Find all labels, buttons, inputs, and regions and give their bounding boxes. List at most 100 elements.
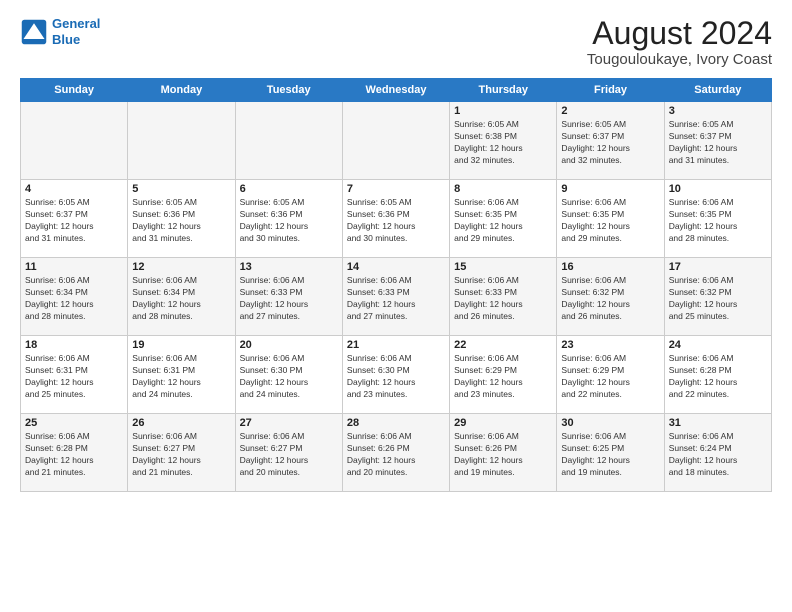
- day-number: 26: [132, 417, 230, 429]
- day-info: Sunrise: 6:06 AM Sunset: 6:32 PM Dayligh…: [669, 275, 767, 323]
- cell-w4-d5: 23 Sunrise: 6:06 AM Sunset: 6:29 PM Dayli…: [557, 336, 664, 414]
- calendar-table: Sunday Monday Tuesday Wednesday Thursday…: [20, 78, 772, 492]
- week-row-3: 11 Sunrise: 6:06 AM Sunset: 6:34 PM Dayli…: [21, 258, 772, 336]
- cell-w3-d1: 12Sunrise: 6:06 AM Sunset: 6:34 PM Dayli…: [128, 258, 235, 336]
- day-info: Sunrise: 6:06 AM Sunset: 6:28 PM Dayligh…: [25, 431, 123, 479]
- day-info: Sunrise: 6:06 AM Sunset: 6:33 PM Dayligh…: [454, 275, 552, 323]
- cell-w2-d6: 10Sunrise: 6:06 AM Sunset: 6:35 PM Dayli…: [664, 180, 771, 258]
- day-number: 22: [454, 339, 552, 351]
- day-number: 15: [454, 261, 552, 273]
- col-sunday: Sunday: [21, 79, 128, 102]
- page: General Blue August 2024 Tougouloukaye, …: [0, 0, 792, 612]
- day-info: Sunrise: 6:05 AM Sunset: 6:37 PM Dayligh…: [561, 119, 659, 167]
- cell-w4-d1: 19 Sunrise: 6:06 AM Sunset: 6:31 PM Dayli…: [128, 336, 235, 414]
- day-number: 18: [25, 339, 123, 351]
- day-number: 31: [669, 417, 767, 429]
- day-number: 23: [561, 339, 659, 351]
- col-saturday: Saturday: [664, 79, 771, 102]
- week-row-1: 1 Sunrise: 6:05 AM Sunset: 6:38 PM Daylig…: [21, 102, 772, 180]
- logo-line1: General: [52, 16, 100, 31]
- day-number: 12: [132, 261, 230, 273]
- cell-w3-d2: 13 Sunrise: 6:06 AM Sunset: 6:33 PM Dayli…: [235, 258, 342, 336]
- cell-w3-d5: 16 Sunrise: 6:06 AM Sunset: 6:32 PM Dayli…: [557, 258, 664, 336]
- day-info: Sunrise: 6:06 AM Sunset: 6:35 PM Dayligh…: [561, 197, 659, 245]
- day-info: Sunrise: 6:05 AM Sunset: 6:37 PM Dayligh…: [669, 119, 767, 167]
- day-number: 27: [240, 417, 338, 429]
- day-info: Sunrise: 6:05 AM Sunset: 6:36 PM Dayligh…: [347, 197, 445, 245]
- cell-w5-d6: 31 Sunrise: 6:06 AM Sunset: 6:24 PM Dayli…: [664, 414, 771, 492]
- col-tuesday: Tuesday: [235, 79, 342, 102]
- logo-line2: Blue: [52, 32, 80, 47]
- title-block: August 2024 Tougouloukaye, Ivory Coast: [587, 16, 772, 68]
- logo-icon: [20, 18, 48, 46]
- day-number: 29: [454, 417, 552, 429]
- cell-w5-d3: 28 Sunrise: 6:06 AM Sunset: 6:26 PM Dayli…: [342, 414, 449, 492]
- day-number: 5: [132, 183, 230, 195]
- day-number: 21: [347, 339, 445, 351]
- day-number: 14: [347, 261, 445, 273]
- day-number: 19: [132, 339, 230, 351]
- cell-w4-d0: 18 Sunrise: 6:06 AM Sunset: 6:31 PM Dayli…: [21, 336, 128, 414]
- cell-w5-d1: 26 Sunrise: 6:06 AM Sunset: 6:27 PM Dayli…: [128, 414, 235, 492]
- day-number: 9: [561, 183, 659, 195]
- day-number: 8: [454, 183, 552, 195]
- week-row-2: 4 Sunrise: 6:05 AM Sunset: 6:37 PM Daylig…: [21, 180, 772, 258]
- day-info: Sunrise: 6:06 AM Sunset: 6:31 PM Dayligh…: [25, 353, 123, 401]
- day-info: Sunrise: 6:06 AM Sunset: 6:25 PM Dayligh…: [561, 431, 659, 479]
- week-row-5: 25Sunrise: 6:06 AM Sunset: 6:28 PM Dayli…: [21, 414, 772, 492]
- day-info: Sunrise: 6:06 AM Sunset: 6:28 PM Dayligh…: [669, 353, 767, 401]
- day-info: Sunrise: 6:06 AM Sunset: 6:30 PM Dayligh…: [240, 353, 338, 401]
- cell-w1-d6: 3Sunrise: 6:05 AM Sunset: 6:37 PM Daylig…: [664, 102, 771, 180]
- day-info: Sunrise: 6:06 AM Sunset: 6:29 PM Dayligh…: [454, 353, 552, 401]
- cell-w5-d0: 25Sunrise: 6:06 AM Sunset: 6:28 PM Dayli…: [21, 414, 128, 492]
- day-info: Sunrise: 6:06 AM Sunset: 6:24 PM Dayligh…: [669, 431, 767, 479]
- day-info: Sunrise: 6:06 AM Sunset: 6:33 PM Dayligh…: [240, 275, 338, 323]
- day-info: Sunrise: 6:06 AM Sunset: 6:27 PM Dayligh…: [132, 431, 230, 479]
- subtitle: Tougouloukaye, Ivory Coast: [587, 51, 772, 68]
- main-title: August 2024: [587, 16, 772, 51]
- day-info: Sunrise: 6:06 AM Sunset: 6:35 PM Dayligh…: [454, 197, 552, 245]
- cell-w4-d4: 22 Sunrise: 6:06 AM Sunset: 6:29 PM Dayli…: [450, 336, 557, 414]
- day-number: 4: [25, 183, 123, 195]
- day-number: 6: [240, 183, 338, 195]
- day-number: 17: [669, 261, 767, 273]
- day-info: Sunrise: 6:05 AM Sunset: 6:37 PM Dayligh…: [25, 197, 123, 245]
- cell-w1-d2: [235, 102, 342, 180]
- day-info: Sunrise: 6:05 AM Sunset: 6:38 PM Dayligh…: [454, 119, 552, 167]
- week-row-4: 18 Sunrise: 6:06 AM Sunset: 6:31 PM Dayli…: [21, 336, 772, 414]
- day-number: 13: [240, 261, 338, 273]
- cell-w3-d6: 17 Sunrise: 6:06 AM Sunset: 6:32 PM Dayli…: [664, 258, 771, 336]
- cell-w5-d4: 29 Sunrise: 6:06 AM Sunset: 6:26 PM Dayli…: [450, 414, 557, 492]
- cell-w4-d2: 20Sunrise: 6:06 AM Sunset: 6:30 PM Dayli…: [235, 336, 342, 414]
- cell-w5-d2: 27Sunrise: 6:06 AM Sunset: 6:27 PM Dayli…: [235, 414, 342, 492]
- day-info: Sunrise: 6:06 AM Sunset: 6:34 PM Dayligh…: [25, 275, 123, 323]
- cell-w3-d3: 14Sunrise: 6:06 AM Sunset: 6:33 PM Dayli…: [342, 258, 449, 336]
- cell-w4-d6: 24 Sunrise: 6:06 AM Sunset: 6:28 PM Dayli…: [664, 336, 771, 414]
- logo-text: General Blue: [52, 16, 100, 47]
- col-wednesday: Wednesday: [342, 79, 449, 102]
- cell-w4-d3: 21Sunrise: 6:06 AM Sunset: 6:30 PM Dayli…: [342, 336, 449, 414]
- header: General Blue August 2024 Tougouloukaye, …: [20, 16, 772, 68]
- day-number: 16: [561, 261, 659, 273]
- col-monday: Monday: [128, 79, 235, 102]
- cell-w2-d1: 5 Sunrise: 6:05 AM Sunset: 6:36 PM Daylig…: [128, 180, 235, 258]
- day-number: 11: [25, 261, 123, 273]
- cell-w1-d3: [342, 102, 449, 180]
- day-number: 7: [347, 183, 445, 195]
- day-info: Sunrise: 6:05 AM Sunset: 6:36 PM Dayligh…: [132, 197, 230, 245]
- day-number: 30: [561, 417, 659, 429]
- logo: General Blue: [20, 16, 100, 47]
- day-number: 24: [669, 339, 767, 351]
- day-info: Sunrise: 6:06 AM Sunset: 6:32 PM Dayligh…: [561, 275, 659, 323]
- cell-w1-d0: [21, 102, 128, 180]
- cell-w2-d3: 7 Sunrise: 6:05 AM Sunset: 6:36 PM Daylig…: [342, 180, 449, 258]
- col-friday: Friday: [557, 79, 664, 102]
- day-number: 2: [561, 105, 659, 117]
- day-info: Sunrise: 6:06 AM Sunset: 6:31 PM Dayligh…: [132, 353, 230, 401]
- day-info: Sunrise: 6:06 AM Sunset: 6:29 PM Dayligh…: [561, 353, 659, 401]
- day-number: 1: [454, 105, 552, 117]
- day-info: Sunrise: 6:06 AM Sunset: 6:26 PM Dayligh…: [347, 431, 445, 479]
- day-info: Sunrise: 6:06 AM Sunset: 6:26 PM Dayligh…: [454, 431, 552, 479]
- cell-w5-d5: 30 Sunrise: 6:06 AM Sunset: 6:25 PM Dayli…: [557, 414, 664, 492]
- day-number: 28: [347, 417, 445, 429]
